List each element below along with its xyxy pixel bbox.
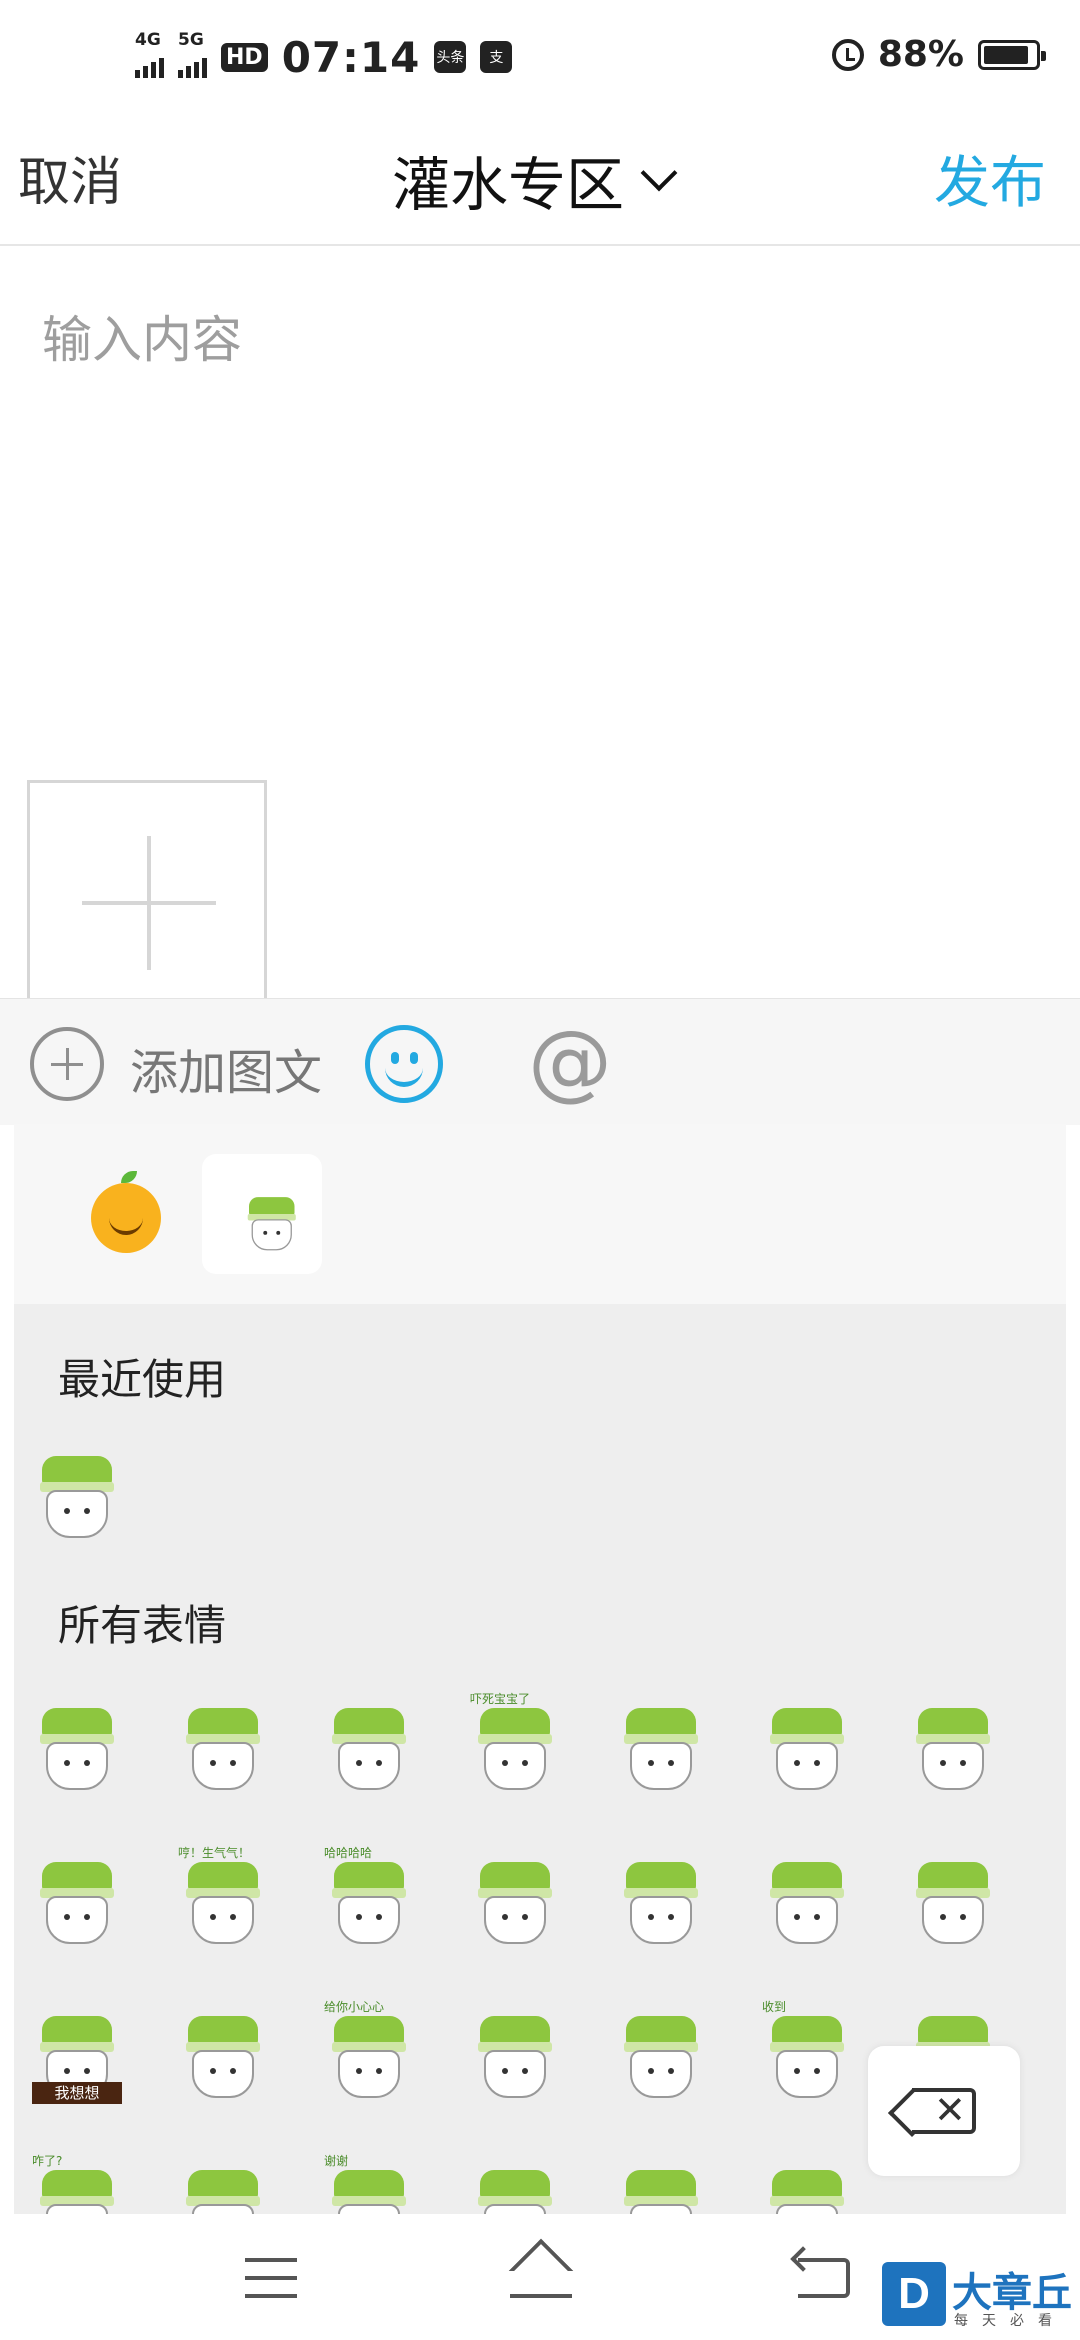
sticker-item[interactable] xyxy=(178,1704,268,1794)
section-selector[interactable]: 灌水专区 xyxy=(392,138,678,222)
sticker-caption: 吓死宝宝了 xyxy=(470,1692,531,1706)
sticker-item[interactable] xyxy=(616,1704,706,1794)
page-title: 灌水专区 xyxy=(392,151,625,219)
emoji-button[interactable] xyxy=(365,1025,443,1103)
add-circle-icon[interactable] xyxy=(30,1027,104,1101)
sticker-item[interactable]: 咋了? xyxy=(32,2154,122,2214)
sticker-item[interactable]: 哈哈哈哈 xyxy=(324,1846,414,1948)
sticker-item[interactable]: 谢谢 xyxy=(324,2154,414,2214)
sticker-item[interactable] xyxy=(470,1858,560,1948)
clock: 07:14 xyxy=(281,32,421,82)
sticker-item[interactable] xyxy=(908,1858,998,1948)
sticker-item[interactable] xyxy=(470,2012,560,2102)
delete-button[interactable]: ✕ xyxy=(868,2046,1020,2176)
sticker-item[interactable]: 我想想 xyxy=(32,2012,122,2104)
all-stickers-title: 所有表情 xyxy=(58,1601,227,1650)
sticker-item[interactable] xyxy=(178,2012,268,2102)
sticker-item[interactable] xyxy=(178,2166,268,2214)
menu-icon[interactable] xyxy=(245,2258,297,2298)
logo-slogan: 每天必看 xyxy=(954,2313,1066,2329)
sticker-item[interactable]: 吓死宝宝了 xyxy=(470,1692,560,1794)
sticker-item[interactable] xyxy=(616,1858,706,1948)
mention-button[interactable]: @ xyxy=(528,1011,612,1111)
recent-title: 最近使用 xyxy=(58,1355,227,1404)
home-icon[interactable] xyxy=(508,2254,574,2300)
emoji-tabs xyxy=(14,1124,1066,1304)
plus-icon xyxy=(147,836,151,970)
add-media-button[interactable]: 添加图文 xyxy=(130,1033,322,1103)
orange-smile-icon xyxy=(91,1171,161,1253)
sticker-caption: 我想想 xyxy=(32,2082,122,2104)
battery-icon xyxy=(978,39,1046,70)
sticker-caption: 谢谢 xyxy=(324,2154,349,2168)
status-bar: 4G 5G HD 07:14 头条 支 88% xyxy=(0,0,1080,110)
signal-icon: 5G xyxy=(178,30,207,78)
sticker-item[interactable] xyxy=(32,1704,122,1794)
watermark-logo: D 大章丘 每天必看 xyxy=(880,2262,1080,2340)
network-type-label: 4G xyxy=(135,30,161,50)
sticker-item[interactable]: 给你小心心 xyxy=(324,2000,414,2102)
toutiao-icon: 头条 xyxy=(434,41,467,73)
radish-sticker-icon xyxy=(243,1195,296,1251)
sticker-caption: 哼！生气气！ xyxy=(178,1846,251,1860)
battery-percent: 88% xyxy=(877,34,964,75)
sticker-item[interactable] xyxy=(470,2166,560,2214)
sticker-caption: 给你小心心 xyxy=(324,2000,385,2014)
sticker-item[interactable]: 收到 xyxy=(762,2000,852,2102)
alipay-icon: 支 xyxy=(480,41,513,73)
sticker-item[interactable] xyxy=(762,2166,852,2214)
compose-toolbar: 添加图文 @ xyxy=(0,998,1080,1125)
status-right: 88% xyxy=(831,34,1046,75)
recent-sticker[interactable] xyxy=(32,1452,122,1542)
signal-icon: 4G xyxy=(135,30,164,78)
alarm-icon xyxy=(831,38,864,71)
app-header: 取消 灌水专区 发布 xyxy=(0,110,1080,246)
sticker-item[interactable] xyxy=(324,1704,414,1794)
cancel-button[interactable]: 取消 xyxy=(18,140,122,215)
sticker-item[interactable] xyxy=(762,1704,852,1794)
network-type-label: 5G xyxy=(178,30,204,50)
sticker-tab[interactable] xyxy=(202,1154,322,1274)
sticker-item[interactable] xyxy=(32,1858,122,1948)
sticker-item[interactable]: 哼！生气气！ xyxy=(178,1846,268,1948)
sticker-caption: 哈哈哈哈 xyxy=(324,1846,373,1860)
sticker-item[interactable] xyxy=(616,2166,706,2214)
sticker-caption: 咋了? xyxy=(32,2154,63,2168)
logo-mark: D xyxy=(882,2262,946,2326)
publish-button[interactable]: 发布 xyxy=(934,138,1046,219)
sticker-panel: 最近使用 所有表情 吓死宝宝了哼！生气气！ 哈哈哈哈我想想 给你小心心 收到咋了? 谢谢… xyxy=(14,1304,1066,2214)
content-input[interactable]: 输入内容 xyxy=(42,300,242,372)
emoji-tab[interactable] xyxy=(66,1154,186,1274)
sticker-item[interactable] xyxy=(762,1858,852,1948)
add-image-button[interactable] xyxy=(27,780,267,1000)
sticker-item[interactable] xyxy=(616,2012,706,2102)
back-icon[interactable] xyxy=(798,2258,850,2298)
sticker-item[interactable] xyxy=(908,1704,998,1794)
chevron-down-icon xyxy=(640,154,678,192)
sticker-caption: 收到 xyxy=(762,2000,787,2014)
hd-icon: HD xyxy=(221,42,268,72)
status-left: 4G 5G HD 07:14 头条 支 xyxy=(135,30,513,82)
